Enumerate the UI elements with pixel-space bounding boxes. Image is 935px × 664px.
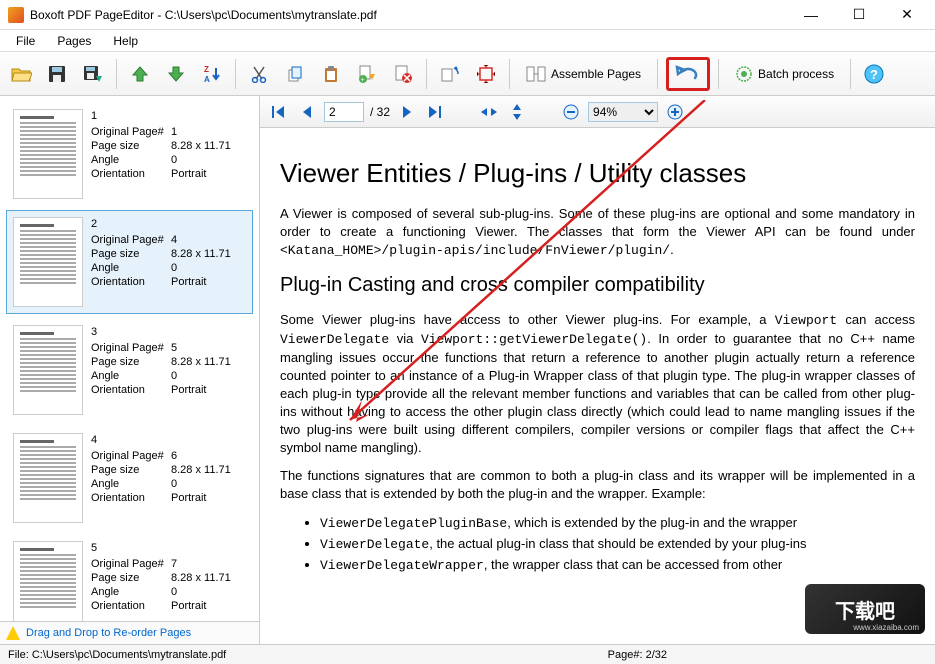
- svg-text:Z: Z: [204, 65, 209, 74]
- svg-text:?: ?: [870, 67, 878, 82]
- delete-button[interactable]: [388, 59, 418, 89]
- batch-label: Batch process: [758, 67, 834, 81]
- warning-icon: [6, 626, 20, 640]
- thumbnail-row[interactable]: 1Original Page#1Page size8.28 x 11.71Ang…: [6, 102, 253, 206]
- doc-list: ViewerDelegatePluginBase, which is exten…: [320, 513, 915, 576]
- doc-paragraph: A Viewer is composed of several sub-plug…: [280, 205, 915, 260]
- open-button[interactable]: [6, 59, 36, 89]
- zoom-in-button[interactable]: [664, 101, 686, 123]
- sort-button[interactable]: ZA: [197, 59, 227, 89]
- fit-page-button[interactable]: [506, 101, 528, 123]
- rotate-button[interactable]: [435, 59, 465, 89]
- page-total: / 32: [370, 105, 390, 119]
- zoom-select[interactable]: 94%: [588, 102, 658, 122]
- prev-page-button[interactable]: [296, 101, 318, 123]
- move-down-button[interactable]: [161, 59, 191, 89]
- paste-button[interactable]: [316, 59, 346, 89]
- list-item: ViewerDelegateWrapper, the wrapper class…: [320, 555, 915, 576]
- maximize-button[interactable]: ☐: [839, 3, 879, 27]
- toolbar: ZA + Assemble Pages Batch process ?: [0, 52, 935, 96]
- doc-heading-1: Viewer Entities / Plug-ins / Utility cla…: [280, 158, 915, 189]
- navbar: / 32 94%: [260, 96, 935, 128]
- zoom-out-button[interactable]: [560, 101, 582, 123]
- doc-paragraph: The functions signatures that are common…: [280, 467, 915, 503]
- doc-heading-2: Plug-in Casting and cross compiler compa…: [280, 274, 915, 297]
- help-button[interactable]: ?: [859, 59, 889, 89]
- last-page-button[interactable]: [424, 101, 446, 123]
- svg-text:A: A: [204, 75, 210, 84]
- menubar: File Pages Help: [0, 30, 935, 52]
- insert-button[interactable]: +: [352, 59, 382, 89]
- app-icon: [8, 7, 24, 23]
- undo-button[interactable]: [666, 57, 710, 91]
- thumbnail-row[interactable]: 2Original Page#4Page size8.28 x 11.71Ang…: [6, 210, 253, 314]
- thumbnail-row[interactable]: 4Original Page#6Page size8.28 x 11.71Ang…: [6, 426, 253, 530]
- save-as-button[interactable]: [78, 59, 108, 89]
- assemble-label: Assemble Pages: [551, 67, 641, 81]
- page-content[interactable]: Viewer Entities / Plug-ins / Utility cla…: [260, 128, 935, 644]
- assemble-pages-button[interactable]: Assemble Pages: [518, 61, 649, 87]
- sidebar: 1Original Page#1Page size8.28 x 11.71Ang…: [0, 96, 260, 644]
- sidebar-footer: Drag and Drop to Re-order Pages: [0, 621, 259, 644]
- status-file: File: C:\Users\pc\Documents\mytranslate.…: [8, 649, 226, 661]
- thumbnail-row[interactable]: 5Original Page#7Page size8.28 x 11.71Ang…: [6, 534, 253, 621]
- batch-process-button[interactable]: Batch process: [727, 61, 842, 87]
- move-up-button[interactable]: [125, 59, 155, 89]
- save-button[interactable]: [42, 59, 72, 89]
- minimize-button[interactable]: ―: [791, 3, 831, 27]
- menu-help[interactable]: Help: [103, 32, 148, 50]
- first-page-button[interactable]: [268, 101, 290, 123]
- cut-button[interactable]: [244, 59, 274, 89]
- titlebar: Boxoft PDF PageEditor - C:\Users\pc\Docu…: [0, 0, 935, 30]
- reorder-hint[interactable]: Drag and Drop to Re-order Pages: [26, 627, 191, 639]
- resize-button[interactable]: [471, 59, 501, 89]
- window-title: Boxoft PDF PageEditor - C:\Users\pc\Docu…: [30, 8, 791, 22]
- assemble-icon: [526, 65, 546, 83]
- list-item: ViewerDelegatePluginBase, which is exten…: [320, 513, 915, 534]
- gear-icon: [735, 65, 753, 83]
- thumbnail-row[interactable]: 3Original Page#5Page size8.28 x 11.71Ang…: [6, 318, 253, 422]
- viewer: / 32 94% Viewer Entities / Plug-ins / Ut…: [260, 96, 935, 644]
- copy-button[interactable]: [280, 59, 310, 89]
- status-page: Page#: 2/32: [608, 649, 927, 661]
- thumbnail-list[interactable]: 1Original Page#1Page size8.28 x 11.71Ang…: [0, 96, 259, 621]
- page-input[interactable]: [324, 102, 364, 122]
- svg-text:+: +: [361, 77, 365, 84]
- close-button[interactable]: ✕: [887, 3, 927, 27]
- list-item: ViewerDelegate, the actual plug-in class…: [320, 534, 915, 555]
- menu-file[interactable]: File: [6, 32, 45, 50]
- statusbar: File: C:\Users\pc\Documents\mytranslate.…: [0, 644, 935, 664]
- doc-paragraph: Some Viewer plug-ins have access to othe…: [280, 311, 915, 457]
- menu-pages[interactable]: Pages: [47, 32, 101, 50]
- next-page-button[interactable]: [396, 101, 418, 123]
- fit-width-button[interactable]: [478, 101, 500, 123]
- watermark: 下载吧 www.xiazaiba.com: [805, 584, 925, 634]
